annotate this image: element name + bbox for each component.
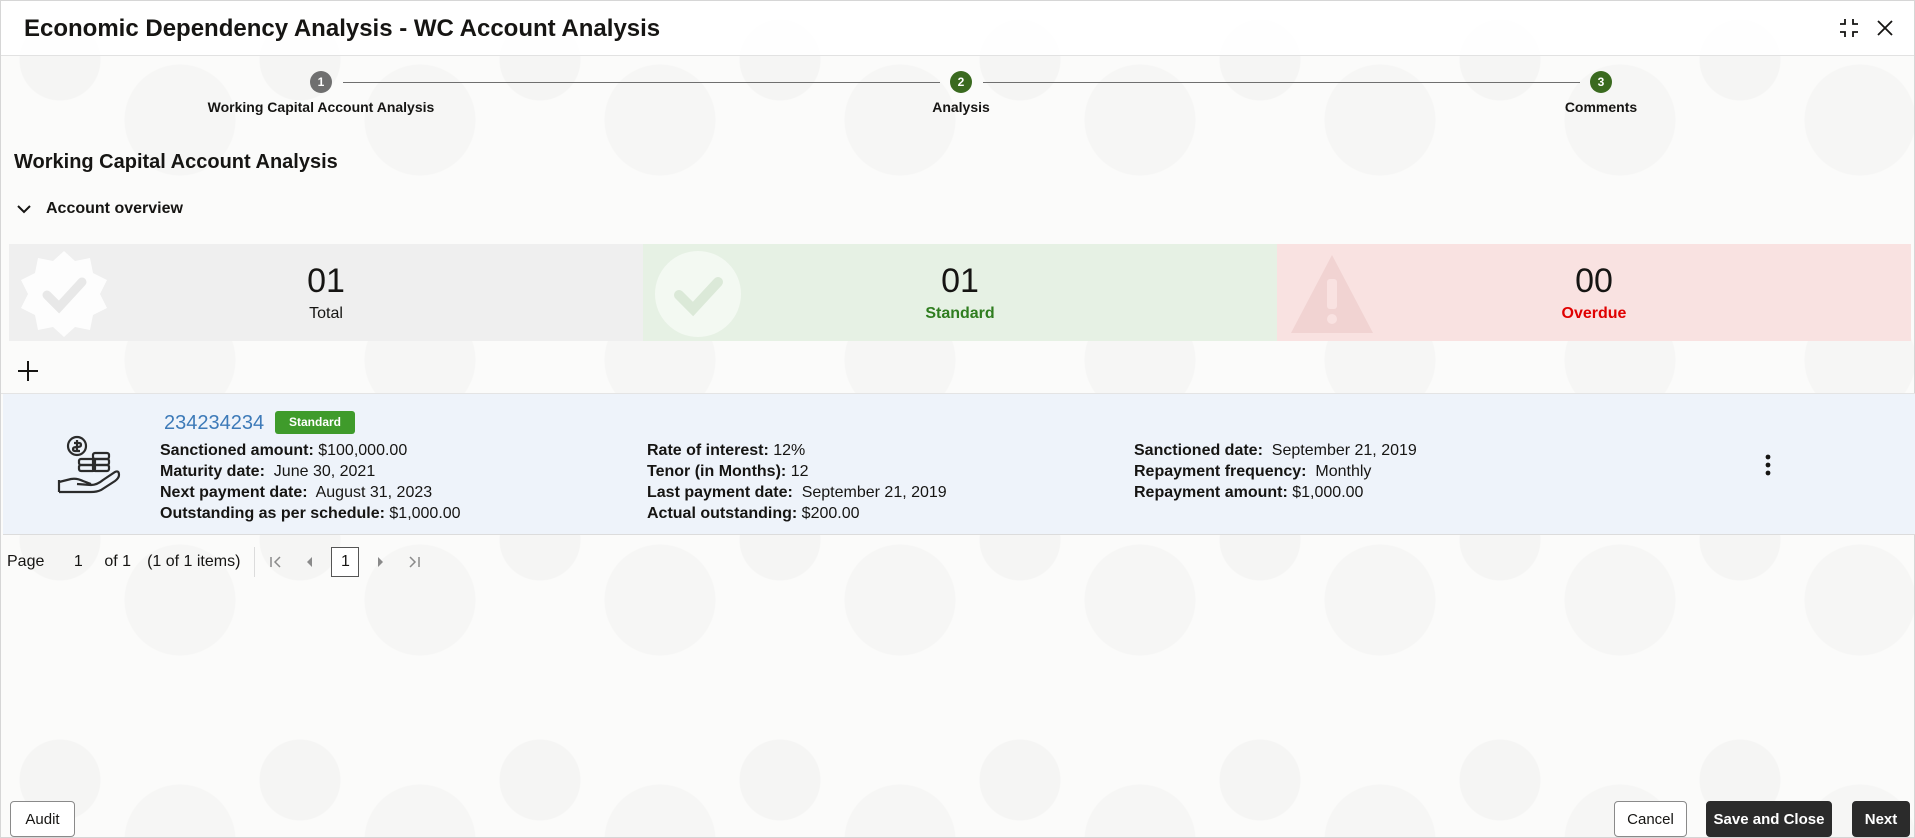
account-details-col-1: Sanctioned amount: $100,000.00 Maturity … [160, 440, 461, 524]
close-icon[interactable] [1872, 15, 1898, 41]
dialog-title: Economic Dependency Analysis - WC Accoun… [24, 15, 661, 42]
items-count-label: (1 of 1 items) [147, 553, 241, 570]
status-badge: Standard [275, 411, 356, 434]
current-page-button[interactable]: 1 [331, 547, 360, 577]
step-1-circle: 1 [310, 71, 332, 93]
first-page-icon[interactable] [263, 549, 289, 575]
step-2-circle: 2 [950, 71, 972, 93]
step-3[interactable]: 3 Comments [1451, 71, 1751, 115]
page-count-label: of 1 [104, 553, 132, 570]
account-overview-label: Account overview [46, 200, 183, 217]
standard-label: Standard [925, 305, 995, 322]
account-number-link[interactable]: 234234234 [164, 412, 264, 435]
field-actual-outstanding: Actual outstanding: $200.00 [647, 505, 860, 522]
step-3-circle: 3 [1590, 71, 1612, 93]
field-maturity-date: Maturity date: June 30, 2021 [160, 463, 376, 480]
page-input[interactable]: 1 [58, 553, 98, 571]
previous-page-icon[interactable] [297, 549, 323, 575]
field-repayment-frequency: Repayment frequency: Monthly [1134, 463, 1372, 480]
summary-card-total[interactable]: 01 Total [9, 244, 643, 341]
field-repayment-amount: Repayment amount: $1,000.00 [1134, 484, 1364, 501]
account-details-col-3: Sanctioned date: September 21, 2019 Repa… [1134, 440, 1417, 503]
account-overview-toggle[interactable]: Account overview [15, 200, 183, 218]
field-sanctioned-amount: Sanctioned amount: $100,000.00 [160, 442, 408, 459]
audit-button[interactable]: Audit [10, 801, 75, 837]
add-icon[interactable] [15, 358, 41, 384]
overdue-label: Overdue [1561, 305, 1627, 322]
field-tenor: Tenor (in Months): 12 [647, 463, 809, 480]
more-options-icon[interactable] [1755, 452, 1781, 478]
page-title: Working Capital Account Analysis [14, 151, 338, 173]
dialog-window: Economic Dependency Analysis - WC Accoun… [0, 0, 1915, 838]
pagination: Page 1 of 1 (1 of 1 items) 1 [7, 547, 427, 577]
total-label: Total [309, 305, 343, 322]
field-next-payment-date: Next payment date: August 31, 2023 [160, 484, 433, 501]
step-1-label: Working Capital Account Analysis [207, 99, 435, 115]
standard-count: 01 [941, 262, 979, 300]
next-button[interactable]: Next [1852, 801, 1910, 837]
field-sanctioned-date: Sanctioned date: September 21, 2019 [1134, 442, 1417, 459]
pager-divider [254, 547, 256, 577]
step-1[interactable]: 1 Working Capital Account Analysis [171, 71, 471, 115]
page-label: Page [7, 553, 45, 570]
step-3-label: Comments [1564, 99, 1638, 115]
step-2[interactable]: 2 Analysis [811, 71, 1111, 115]
next-page-icon[interactable] [367, 549, 393, 575]
minimize-icon[interactable] [1836, 15, 1862, 41]
summary-card-standard[interactable]: 01 Standard [643, 244, 1277, 341]
summary-card-overdue[interactable]: 00 Overdue [1277, 244, 1911, 341]
cancel-button[interactable]: Cancel [1614, 801, 1687, 837]
last-page-icon[interactable] [401, 549, 427, 575]
account-list-item[interactable]: 234234234 Standard Sanctioned amount: $1… [3, 394, 1915, 535]
loan-money-hand-icon [57, 435, 121, 494]
save-and-close-button[interactable]: Save and Close [1706, 801, 1832, 837]
total-count: 01 [307, 262, 345, 300]
field-last-payment-date: Last payment date: September 21, 2019 [647, 484, 947, 501]
field-rate-of-interest: Rate of interest: 12% [647, 442, 806, 459]
dialog-header: Economic Dependency Analysis - WC Accoun… [1, 1, 1914, 56]
chevron-down-icon [17, 205, 31, 214]
account-summary-cards: 01 Total 01 Standard 00 Overdue [9, 244, 1911, 341]
overdue-count: 00 [1575, 262, 1613, 300]
field-outstanding-schedule: Outstanding as per schedule: $1,000.00 [160, 505, 461, 522]
step-2-label: Analysis [932, 99, 990, 115]
account-details-col-2: Rate of interest: 12% Tenor (in Months):… [647, 440, 947, 524]
